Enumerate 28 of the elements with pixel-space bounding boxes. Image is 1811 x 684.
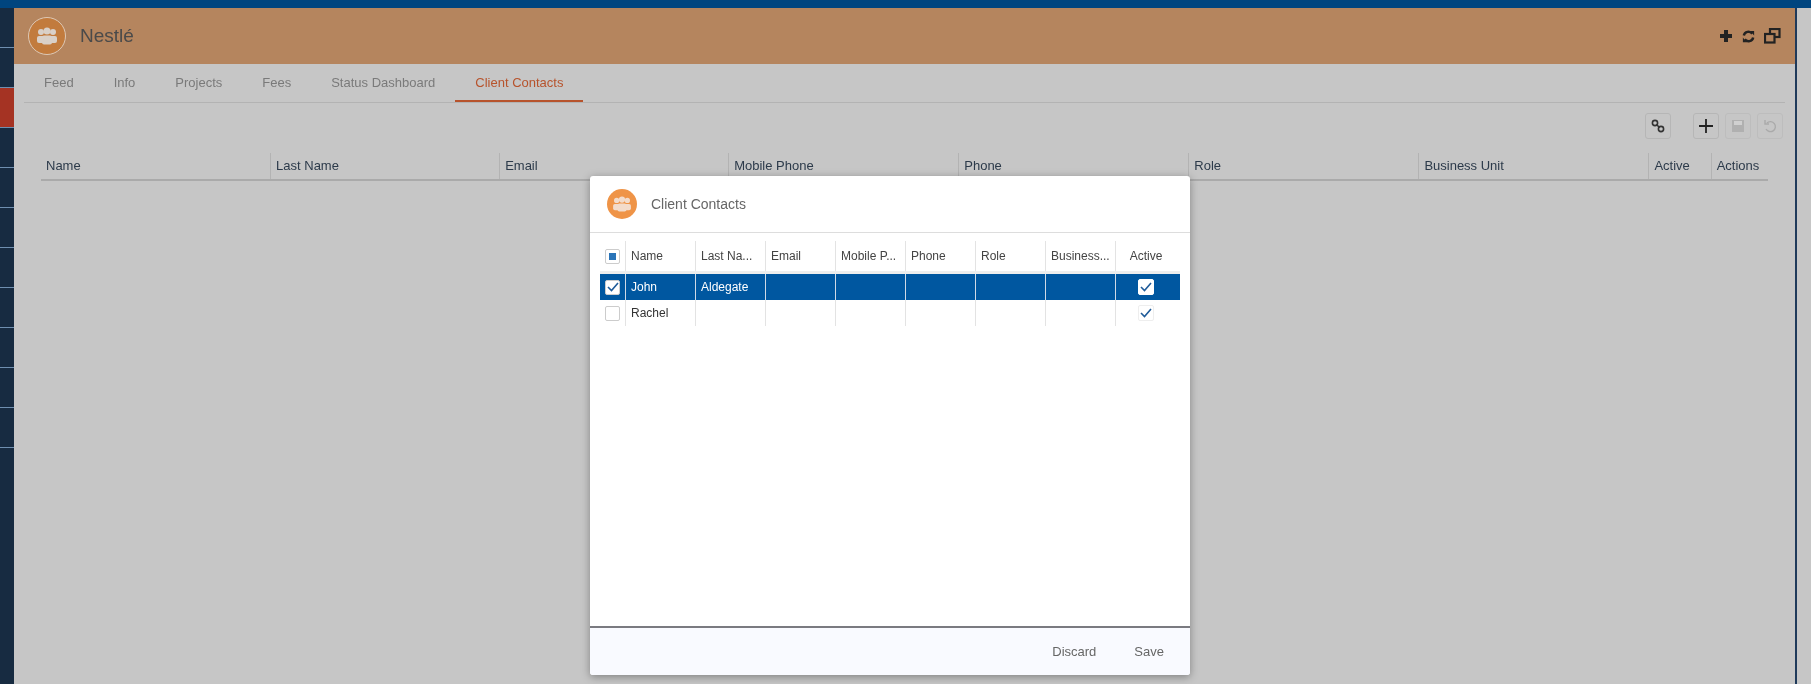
column-header: Last Na... [696,241,766,271]
table-cell: Aldegate [701,280,749,294]
column-header: Business... [1046,241,1116,271]
tab[interactable]: Projects [155,64,243,102]
column-header: Phone [906,241,976,271]
column-header: Email [766,241,836,271]
page-title: Nestlé [80,25,134,47]
table-cell: Rachel [626,300,696,326]
footer-button[interactable]: Discard [1040,638,1109,665]
tab[interactable]: Feed [24,64,94,102]
column-header: Active [1648,153,1711,179]
tab[interactable]: Fees [242,64,312,102]
table-row[interactable]: John Aldegate [600,274,1180,300]
tab[interactable]: Status Dashboard [311,64,456,102]
column-header: Mobile P... [836,241,906,271]
column-header: Active [1128,248,1164,265]
column-header: Last Name [270,153,500,179]
tab[interactable]: Info [93,64,156,102]
column-header: Business Unit [1418,153,1649,179]
table-cell: John [626,274,696,300]
column-header: Actions [1710,153,1769,179]
column-header: Name [626,241,696,271]
table-row[interactable]: Rachel [600,300,1180,326]
column-header: Name [45,157,82,175]
dialog-title: Client Contacts [651,196,746,212]
footer-button[interactable]: Save [1122,638,1176,665]
tab[interactable]: Client Contacts [455,64,584,102]
column-header: Role [976,241,1046,271]
